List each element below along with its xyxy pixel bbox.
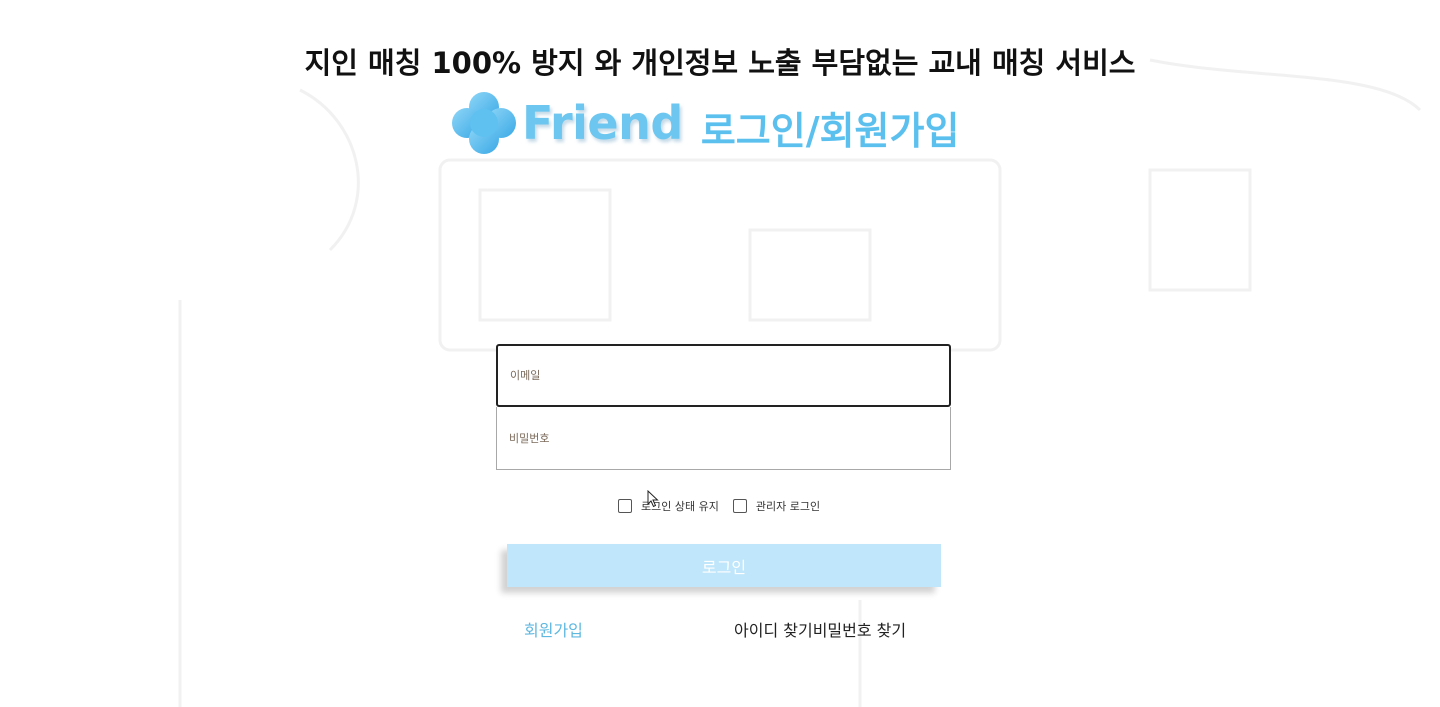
email-field[interactable] (496, 344, 951, 407)
brand-header: Friend 로그인/회원가입 (450, 88, 959, 158)
find-password-link[interactable]: 비밀번호 찾기 (813, 617, 906, 641)
brand-name: Friend (522, 96, 683, 150)
service-tagline: 지인 매칭 100% 방지 와 개인정보 노출 부담없는 교내 매칭 서비스 (304, 46, 1136, 80)
remember-login-checkbox[interactable] (618, 499, 632, 513)
password-input[interactable] (507, 430, 950, 446)
find-id-link[interactable]: 아이디 찾기 (734, 617, 813, 641)
admin-login-checkbox[interactable] (732, 499, 747, 513)
login-form (496, 344, 951, 470)
page-title: 로그인/회원가입 (700, 108, 960, 153)
find-account-links: 아이디 찾기 비밀번호 찾기 (734, 617, 906, 641)
admin-login-label: 관리자 로그인 (755, 500, 821, 513)
admin-login-option[interactable]: 관리자 로그인 (732, 498, 821, 514)
password-field[interactable] (496, 407, 951, 470)
remember-login-option[interactable]: 로그인 상태 유지 (618, 498, 719, 514)
login-button[interactable]: 로그인 (507, 544, 941, 587)
login-page: 지인 매칭 100% 방지 와 개인정보 노출 부담없는 교내 매칭 서비스 F… (0, 0, 1440, 707)
email-input[interactable] (508, 368, 949, 383)
cloud-logo-icon (452, 92, 516, 154)
signup-link[interactable]: 회원가입 (524, 617, 583, 641)
mouse-cursor-icon (647, 490, 659, 508)
